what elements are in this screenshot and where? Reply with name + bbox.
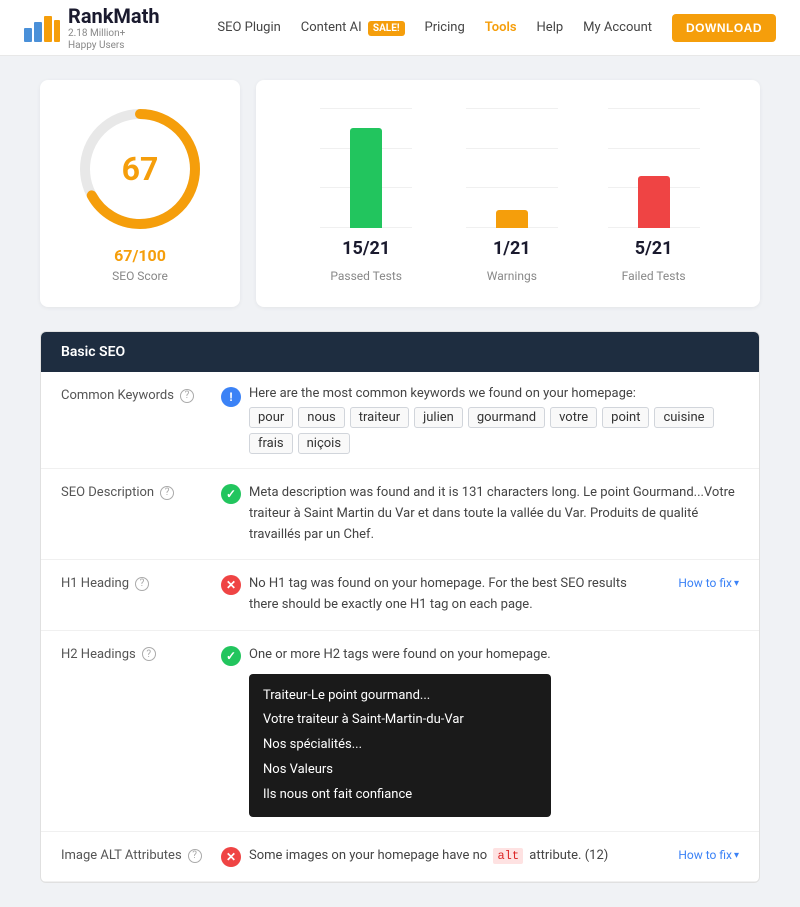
passed-bar xyxy=(350,128,382,228)
image-alt-how-to-fix[interactable]: How to fix ▾ xyxy=(639,846,739,862)
nav-content-ai[interactable]: Content AI SALE! xyxy=(301,20,405,35)
sale-badge: SALE! xyxy=(368,21,405,36)
image-alt-content: ✕ Some images on your homepage have no a… xyxy=(221,846,639,867)
nav-tools[interactable]: Tools xyxy=(485,20,517,35)
h1-heading-content: ✕ No H1 tag was found on your homepage. … xyxy=(221,574,639,616)
chevron-down-icon: ▾ xyxy=(734,578,739,589)
h2-item: Nos Valeurs xyxy=(263,758,537,783)
help-icon-image-alt[interactable]: ? xyxy=(188,849,202,863)
keyword-tag: votre xyxy=(550,407,597,428)
help-icon-common-keywords[interactable]: ? xyxy=(180,389,194,403)
image-alt-label: Image ALT Attributes ? xyxy=(61,846,221,863)
row-h2-headings: H2 Headings ? ✓ One or more H2 tags were… xyxy=(41,631,759,832)
h2-item: Ils nous ont fait confiance xyxy=(263,783,537,808)
nav-help[interactable]: Help xyxy=(537,20,564,35)
error-icon: ✕ xyxy=(221,575,241,595)
logo-text-block: RankMath 2.18 Million+Happy Users xyxy=(68,4,160,52)
h1-heading-label: H1 Heading ? xyxy=(61,574,221,591)
chevron-down-icon-alt: ▾ xyxy=(734,850,739,861)
failed-bar xyxy=(638,176,670,228)
success-icon: ✓ xyxy=(221,484,241,504)
basic-seo-title: Basic SEO xyxy=(61,344,125,360)
row-image-alt: Image ALT Attributes ? ✕ Some images on … xyxy=(41,832,759,882)
keyword-tag: point xyxy=(602,407,649,428)
donut-chart: 67 xyxy=(75,104,205,234)
h2-item: Nos spécialités... xyxy=(263,733,537,758)
score-section: 67 67/100 SEO Score 15/21 xyxy=(0,56,800,331)
warnings-value: 1/21 xyxy=(493,238,531,259)
failed-bar-wrapper xyxy=(638,108,670,228)
passed-value: 15/21 xyxy=(342,238,390,259)
warnings-bar xyxy=(496,210,528,228)
bar-charts-card: 15/21 Passed Tests 1/21 Warnings xyxy=(256,80,760,307)
logo-name: RankMath xyxy=(68,4,160,28)
keyword-tag: cuisine xyxy=(654,407,713,428)
error-icon-image-alt: ✕ xyxy=(221,847,241,867)
help-icon-h2[interactable]: ? xyxy=(142,647,156,661)
keyword-tag: niçois xyxy=(298,433,350,454)
common-keywords-label: Common Keywords ? xyxy=(61,386,221,403)
keyword-tag: julien xyxy=(414,407,463,428)
main-nav: SEO Plugin Content AI SALE! Pricing Tool… xyxy=(217,14,776,42)
h2-headings-label: H2 Headings ? xyxy=(61,645,221,662)
keyword-tag: nous xyxy=(298,407,344,428)
score-cards-row: 67 67/100 SEO Score 15/21 xyxy=(40,80,760,307)
logo-tagline: 2.18 Million+Happy Users xyxy=(68,28,160,52)
passed-label: Passed Tests xyxy=(330,269,402,283)
h1-how-to-fix[interactable]: How to fix ▾ xyxy=(639,574,739,590)
common-keywords-content: ! Here are the most common keywords we f… xyxy=(221,386,739,454)
seo-description-label: SEO Description ? xyxy=(61,483,221,500)
basic-seo-header: Basic SEO xyxy=(41,332,759,372)
h2-list-box: Traiteur-Le point gourmand... Votre trai… xyxy=(249,674,551,817)
keyword-tag: frais xyxy=(249,433,293,454)
keyword-tag: traiteur xyxy=(350,407,409,428)
nav-pricing[interactable]: Pricing xyxy=(425,20,465,35)
keyword-tag: gourmand xyxy=(468,407,545,428)
h2-item: Traiteur-Le point gourmand... xyxy=(263,684,537,709)
passed-bar-wrapper xyxy=(350,108,382,228)
seo-description-content: ✓ Meta description was found and it is 1… xyxy=(221,483,739,545)
rankmath-logo-icon xyxy=(24,14,60,42)
donut-center: 67 xyxy=(122,153,159,185)
warnings-stat: 1/21 Warnings xyxy=(487,108,537,283)
h2-item: Votre traiteur à Saint-Martin-du-Var xyxy=(263,708,537,733)
info-icon: ! xyxy=(221,387,241,407)
seo-score-text: SEO Score xyxy=(112,269,168,283)
failed-value: 5/21 xyxy=(635,238,673,259)
help-icon-seo-description[interactable]: ? xyxy=(160,486,174,500)
failed-label: Failed Tests xyxy=(622,269,686,283)
seo-score-card: 67 67/100 SEO Score xyxy=(40,80,240,307)
nav-my-account[interactable]: My Account xyxy=(583,20,652,35)
passed-tests-stat: 15/21 Passed Tests xyxy=(330,108,402,283)
warnings-label: Warnings xyxy=(487,269,537,283)
nav-seo-plugin[interactable]: SEO Plugin xyxy=(217,20,280,35)
alt-highlight: alt xyxy=(493,848,523,864)
help-icon-h1[interactable]: ? xyxy=(135,577,149,591)
failed-tests-stat: 5/21 Failed Tests xyxy=(622,108,686,283)
h2-headings-content: ✓ One or more H2 tags were found on your… xyxy=(221,645,739,817)
keyword-tag: pour xyxy=(249,407,293,428)
row-seo-description: SEO Description ? ✓ Meta description was… xyxy=(41,469,759,560)
keywords-list: pour nous traiteur julien gourmand votre… xyxy=(249,407,739,454)
logo[interactable]: RankMath 2.18 Million+Happy Users xyxy=(24,4,160,52)
donut-number: 67 xyxy=(122,153,159,185)
basic-seo-section: Basic SEO Common Keywords ? ! Here are t… xyxy=(40,331,760,883)
header: RankMath 2.18 Million+Happy Users SEO Pl… xyxy=(0,0,800,56)
success-icon-h2: ✓ xyxy=(221,646,241,666)
row-h1-heading: H1 Heading ? ✕ No H1 tag was found on yo… xyxy=(41,560,759,631)
seo-score-value: 67/100 xyxy=(114,246,166,265)
row-common-keywords: Common Keywords ? ! Here are the most co… xyxy=(41,372,759,469)
download-button[interactable]: DOWNLOAD xyxy=(672,14,776,42)
warnings-bar-wrapper xyxy=(496,108,528,228)
